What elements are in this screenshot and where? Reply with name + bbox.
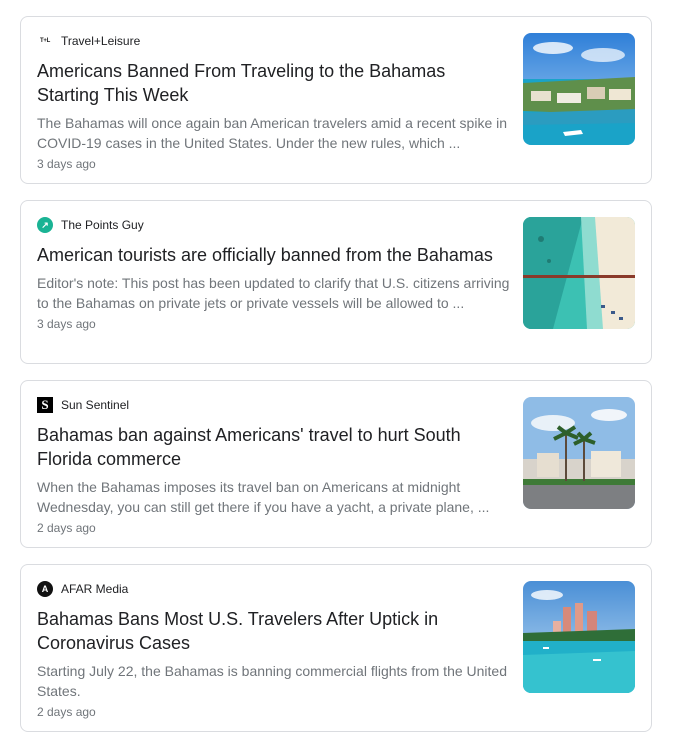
news-headline[interactable]: Americans Banned From Traveling to the B… bbox=[37, 59, 511, 107]
news-source-name: Travel+Leisure bbox=[61, 34, 141, 48]
news-snippet: When the Bahamas imposes its travel ban … bbox=[37, 479, 490, 515]
news-snippet: The Bahamas will once again ban American… bbox=[37, 115, 508, 151]
news-thumbnail[interactable] bbox=[523, 581, 635, 693]
news-card[interactable]: ↗ The Points Guy American tourists are o… bbox=[20, 200, 652, 364]
resort-image-icon bbox=[523, 581, 635, 693]
street-image-icon bbox=[523, 397, 635, 509]
news-timestamp: 3 days ago bbox=[37, 317, 96, 331]
points-guy-logo-icon: ↗ bbox=[37, 217, 53, 233]
afar-logo-icon: A bbox=[37, 581, 53, 597]
news-card[interactable]: S Sun Sentinel Bahamas ban against Ameri… bbox=[20, 380, 652, 548]
beach-aerial-image-icon bbox=[523, 217, 635, 329]
news-card-body: A AFAR Media Bahamas Bans Most U.S. Trav… bbox=[37, 581, 511, 719]
news-source-name: AFAR Media bbox=[61, 582, 129, 596]
news-headline[interactable]: Bahamas ban against Americans' travel to… bbox=[37, 423, 511, 471]
news-card-body: T+L Travel+Leisure Americans Banned From… bbox=[37, 33, 511, 171]
news-timestamp: 2 days ago bbox=[37, 705, 96, 719]
news-card[interactable]: A AFAR Media Bahamas Bans Most U.S. Trav… bbox=[20, 564, 652, 732]
news-card-body: S Sun Sentinel Bahamas ban against Ameri… bbox=[37, 397, 511, 535]
news-headline[interactable]: Bahamas Bans Most U.S. Travelers After U… bbox=[37, 607, 511, 655]
sun-sentinel-logo-icon: S bbox=[37, 397, 53, 413]
news-headline[interactable]: American tourists are officially banned … bbox=[37, 243, 511, 267]
news-source-name: Sun Sentinel bbox=[61, 398, 130, 412]
news-card[interactable]: T+L Travel+Leisure Americans Banned From… bbox=[20, 16, 652, 184]
news-source-name: The Points Guy bbox=[61, 218, 144, 232]
news-source: A AFAR Media bbox=[37, 581, 511, 597]
news-source: T+L Travel+Leisure bbox=[37, 33, 511, 49]
news-source: ↗ The Points Guy bbox=[37, 217, 511, 233]
news-thumbnail[interactable] bbox=[523, 217, 635, 329]
news-snippet: Starting July 22, the Bahamas is banning… bbox=[37, 663, 508, 699]
news-timestamp: 3 days ago bbox=[37, 157, 96, 171]
news-thumbnail[interactable] bbox=[523, 33, 635, 145]
travel-leisure-logo-icon: T+L bbox=[40, 38, 50, 44]
news-snippet: Editor's note: This post has been update… bbox=[37, 275, 510, 311]
harbor-image-icon bbox=[523, 33, 635, 145]
news-card-body: ↗ The Points Guy American tourists are o… bbox=[37, 217, 511, 331]
news-thumbnail[interactable] bbox=[523, 397, 635, 509]
news-timestamp: 2 days ago bbox=[37, 521, 96, 535]
news-source: S Sun Sentinel bbox=[37, 397, 511, 413]
